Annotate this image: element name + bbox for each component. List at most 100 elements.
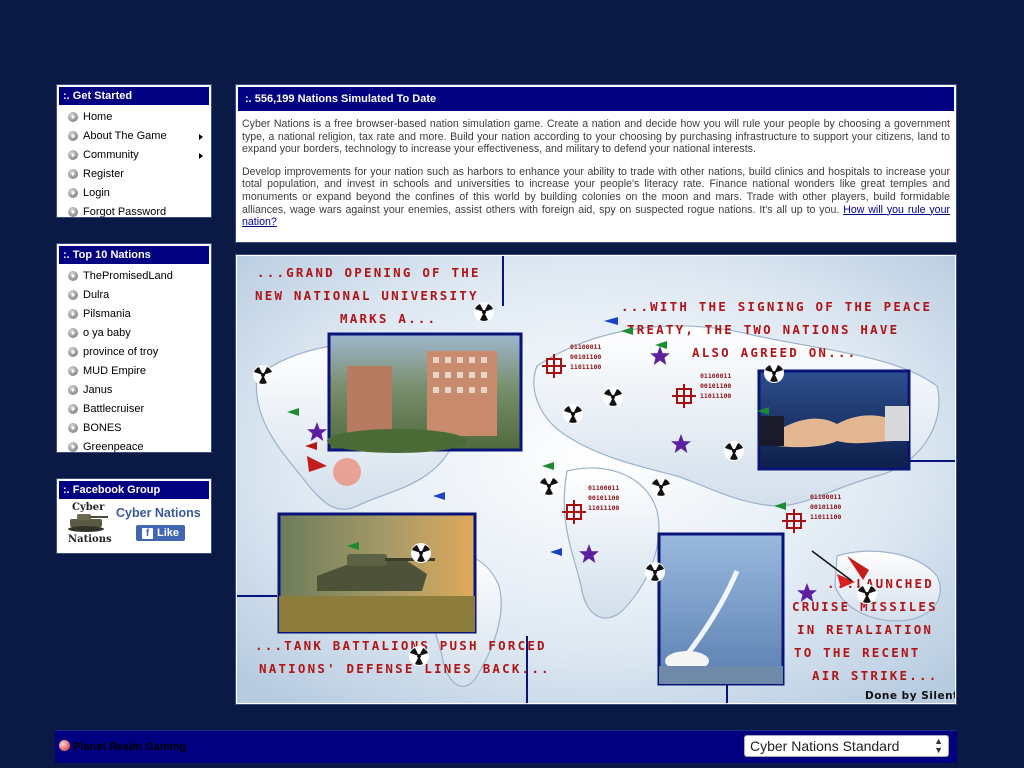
binary-c-1: 01100011 xyxy=(588,484,619,492)
style-select-value: Cyber Nations Standard xyxy=(750,738,900,754)
facebook-group-name[interactable]: Cyber Nations xyxy=(116,506,201,520)
bullet-icon xyxy=(68,169,78,179)
university-photo xyxy=(327,332,523,453)
bullet-icon xyxy=(68,131,78,141)
get-started-menu: Home About The Game Community Register Login… xyxy=(58,106,210,222)
bullet-icon xyxy=(68,309,78,319)
caption-missiles-3: IN RETALIATION xyxy=(797,622,933,637)
bullet-icon xyxy=(68,328,78,338)
top-nation-item[interactable]: province of troy xyxy=(58,343,210,362)
top-nation-item[interactable]: BONES xyxy=(58,419,210,438)
top-nation-item[interactable]: Battlecruiser xyxy=(58,400,210,419)
bullet-icon xyxy=(68,290,78,300)
facebook-title: :. Facebook Group xyxy=(58,480,210,500)
top-nation-name: o ya baby xyxy=(83,327,131,339)
menu-item-register[interactable]: Register xyxy=(58,165,210,184)
menu-item-forgot-password[interactable]: Forgot Password xyxy=(58,203,210,222)
top-nation-name: province of troy xyxy=(83,346,159,358)
facebook-panel: :. Facebook Group Cyber Nations Cyber Na… xyxy=(56,478,212,554)
top-nation-item[interactable]: Dulra xyxy=(58,286,210,305)
menu-item-login[interactable]: Login xyxy=(58,184,210,203)
facebook-like-button[interactable]: f Like xyxy=(136,525,186,541)
menu-item-label: About The Game xyxy=(83,130,167,142)
intro-panel: :. 556,199 Nations Simulated To Date Cyb… xyxy=(235,84,957,243)
intro-text: Cyber Nations is a free browser-based na… xyxy=(237,112,955,229)
binary-a-3: 11011100 xyxy=(570,363,601,371)
intro-paragraph-2: Develop improvements for your nation suc… xyxy=(242,166,950,229)
binary-d-2: 00101100 xyxy=(810,503,841,511)
menu-item-about-the-game[interactable]: About The Game xyxy=(58,127,210,146)
caption-tanks-2: NATIONS' DEFENSE LINES BACK... xyxy=(259,661,551,676)
caption-missiles-4: TO THE RECENT xyxy=(794,645,920,660)
caption-university-3: MARKS A... xyxy=(340,311,437,326)
caption-missiles-5: AIR STRIKE... xyxy=(812,668,938,683)
top-nation-name: BONES xyxy=(83,422,122,434)
intro-paragraph-1: Cyber Nations is a free browser-based na… xyxy=(242,118,950,156)
caption-tanks-1: ...TANK BATTALIONS PUSH FORCED xyxy=(255,638,547,653)
menu-item-label: Community xyxy=(83,149,139,161)
banner-credit: Done by Silent xyxy=(865,690,955,702)
caption-university-1: ...GRAND OPENING OF THE xyxy=(257,265,481,280)
top-nation-name: ThePromisedLand xyxy=(83,270,173,282)
binary-b-2: 00101100 xyxy=(700,382,731,390)
top-nation-item[interactable]: ThePromisedLand xyxy=(58,267,210,286)
bullet-icon xyxy=(68,347,78,357)
binary-d-1: 01100011 xyxy=(810,493,841,501)
facebook-f-icon: f xyxy=(142,528,153,539)
select-arrows-icon: ▲ ▼ xyxy=(934,736,943,755)
top-nation-item[interactable]: MUD Empire xyxy=(58,362,210,381)
top10-title: :. Top 10 Nations xyxy=(58,245,210,265)
binary-d-3: 11011100 xyxy=(810,513,841,521)
planet-realm-gaming-label: Planet Realm Gaming xyxy=(73,741,187,753)
top-nation-item[interactable]: Pilsmania xyxy=(58,305,210,324)
facebook-logo-text-2: Nations xyxy=(68,534,112,545)
top-nation-name: MUD Empire xyxy=(83,365,146,377)
top-nation-name: Greenpeace xyxy=(83,441,144,453)
bullet-icon xyxy=(68,112,78,122)
handshake-photo xyxy=(757,369,911,471)
missile-photo xyxy=(657,532,785,686)
bullet-icon xyxy=(68,366,78,376)
top10-panel: :. Top 10 Nations ThePromisedLand Dulra Pi… xyxy=(56,243,212,453)
facebook-group-logo[interactable]: Cyber Nations xyxy=(62,502,112,549)
top-nation-item[interactable]: Janus xyxy=(58,381,210,400)
bullet-icon xyxy=(68,207,78,217)
planet-realm-gaming-link[interactable]: Planet Realm Gaming xyxy=(59,740,186,753)
binary-c-2: 00101100 xyxy=(588,494,619,502)
menu-item-label: Home xyxy=(83,111,113,123)
binary-a-1: 01100011 xyxy=(570,343,601,351)
facebook-like-label: Like xyxy=(157,527,180,539)
bullet-icon xyxy=(68,188,78,198)
top-nation-item[interactable]: o ya baby xyxy=(58,324,210,343)
menu-item-label: Login xyxy=(83,187,110,199)
bullet-icon xyxy=(68,404,78,414)
bullet-icon xyxy=(68,150,78,160)
bullet-icon xyxy=(68,423,78,433)
top-nation-item[interactable]: Greenpeace xyxy=(58,438,210,457)
submenu-arrow-icon xyxy=(199,134,203,140)
menu-item-community[interactable]: Community xyxy=(58,146,210,165)
top-nation-name: Janus xyxy=(83,384,113,396)
caption-treaty-2: TREATY, THE TWO NATIONS HAVE xyxy=(627,322,899,337)
menu-item-label: Register xyxy=(83,168,124,180)
world-map-illustration: ...GRAND OPENING OF THE NEW NATIONAL UNI… xyxy=(237,256,955,703)
footer-bar: Planet Realm Gaming Cyber Nations Standa… xyxy=(55,730,957,763)
top-nation-name: Dulra xyxy=(83,289,110,301)
menu-item-home[interactable]: Home xyxy=(58,108,210,127)
menu-item-label: Forgot Password xyxy=(83,206,167,218)
bullet-icon xyxy=(68,271,78,281)
nations-count-title: :. 556,199 Nations Simulated To Date xyxy=(237,86,955,112)
get-started-title: :. Get Started xyxy=(58,86,210,106)
style-select[interactable]: Cyber Nations Standard ▲ ▼ xyxy=(744,735,949,757)
tank-photo xyxy=(277,512,477,634)
binary-c-3: 11011100 xyxy=(588,504,619,512)
binary-b-1: 01100011 xyxy=(700,372,731,380)
bullet-icon xyxy=(68,442,78,452)
caption-treaty-3: ALSO AGREED ON... xyxy=(692,345,857,360)
top-nation-name: Battlecruiser xyxy=(83,403,145,415)
promo-banner[interactable]: ...GRAND OPENING OF THE NEW NATIONAL UNI… xyxy=(235,254,957,705)
binary-b-3: 11011100 xyxy=(700,392,731,400)
top-nation-name: Pilsmania xyxy=(83,308,131,320)
caption-university-2: NEW NATIONAL UNIVERSITY xyxy=(255,288,479,303)
facebook-logo-text-1: Cyber xyxy=(72,502,105,513)
